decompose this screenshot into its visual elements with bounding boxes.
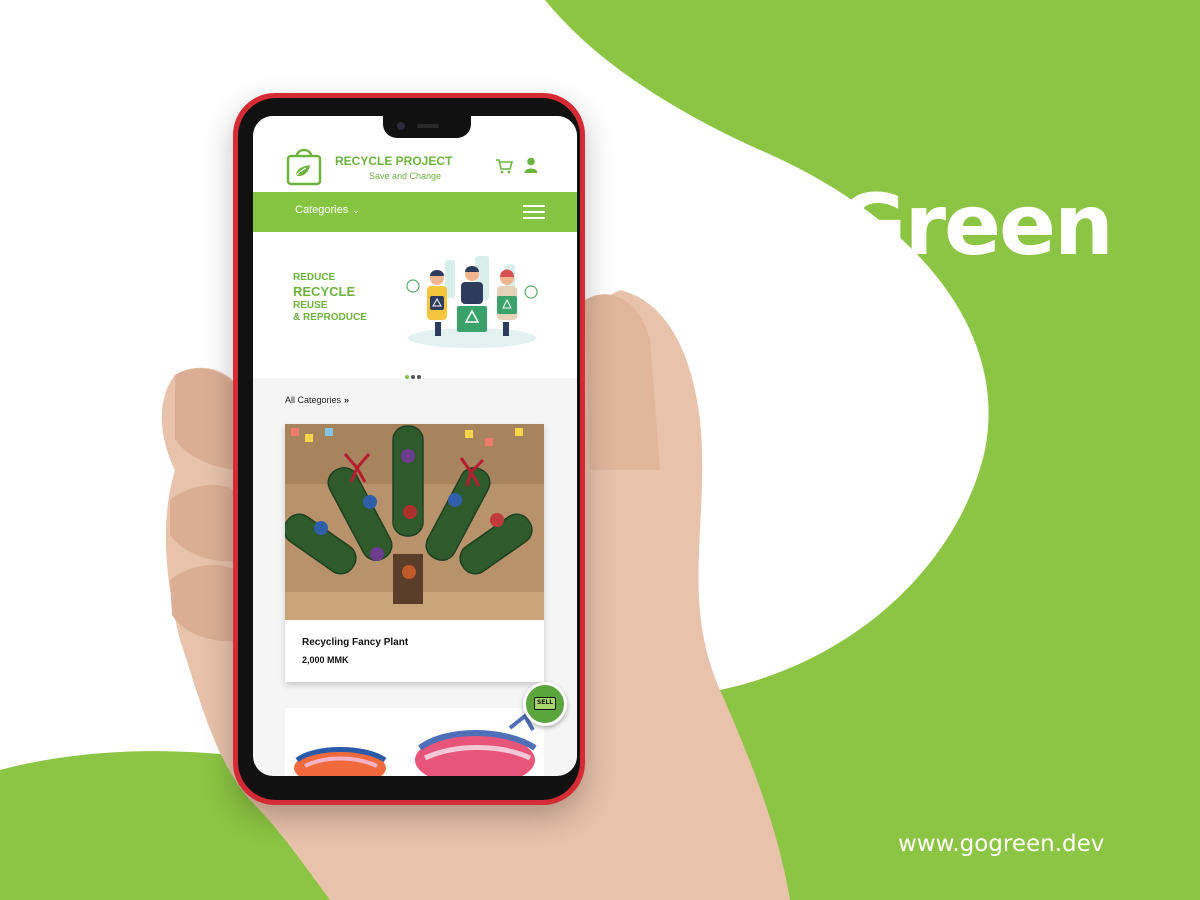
app-title: RECYCLE PROJECT — [335, 154, 453, 168]
banner-slogan: REDUCE RECYCLE REUSE & REPRODUCE — [293, 272, 367, 324]
carousel-dots[interactable] — [405, 366, 423, 384]
phone-notch — [383, 116, 471, 138]
banner-line-reuse: REUSE — [293, 299, 328, 311]
product-card[interactable]: Recycling Fancy Plant 2,000 MMK — [285, 424, 544, 682]
carousel-dot[interactable] — [405, 375, 409, 379]
all-categories-link[interactable]: All Categories» — [285, 395, 349, 405]
banner-line-reduce: REDUCE — [293, 272, 336, 283]
product-price: 2,000 MMK — [302, 655, 349, 665]
categories-dropdown[interactable]: Categories ⌄ — [295, 204, 360, 216]
categories-label: Categories — [295, 204, 349, 216]
background — [0, 0, 1200, 900]
chevron-down-icon: ⌄ — [352, 205, 360, 215]
bottle-plant-photo — [285, 424, 544, 620]
woven-basket-photo — [285, 708, 544, 776]
promo-banner[interactable]: REDUCE RECYCLE REUSE & REPRODUCE — [253, 232, 577, 379]
all-categories-label: All Categories — [285, 395, 342, 405]
phone-bezel: RECYCLE PROJECT Save and Change Categori… — [238, 98, 580, 800]
recycling-people-illustration — [406, 256, 538, 348]
user-icon[interactable] — [524, 157, 538, 173]
phone-frame: RECYCLE PROJECT Save and Change Categori… — [233, 93, 585, 805]
shopping-bag-leaf-icon[interactable] — [285, 146, 323, 186]
website-url: www.gogreen.dev — [898, 831, 1105, 857]
carousel-dot[interactable] — [411, 375, 415, 379]
cart-icon[interactable] — [495, 158, 513, 174]
banner-line-reproduce: & REPRODUCE — [293, 311, 367, 323]
banner-line-recycle: RECYCLE — [293, 284, 356, 299]
gogreen-logo: GoGreen — [715, 176, 1114, 274]
sell-button[interactable]: SELL — [523, 682, 567, 726]
category-navbar: Categories ⌄ — [253, 192, 577, 232]
app-subtitle: Save and Change — [369, 171, 442, 181]
product-card[interactable] — [285, 708, 544, 776]
hamburger-menu-icon[interactable] — [523, 203, 545, 221]
app-screen: RECYCLE PROJECT Save and Change Categori… — [253, 116, 577, 776]
speaker-icon — [417, 124, 439, 128]
camera-icon — [397, 122, 405, 130]
double-chevron-right-icon: » — [344, 395, 350, 405]
sell-tag-icon: SELL — [534, 697, 556, 710]
product-name: Recycling Fancy Plant — [302, 637, 409, 648]
carousel-dot[interactable] — [417, 375, 421, 379]
